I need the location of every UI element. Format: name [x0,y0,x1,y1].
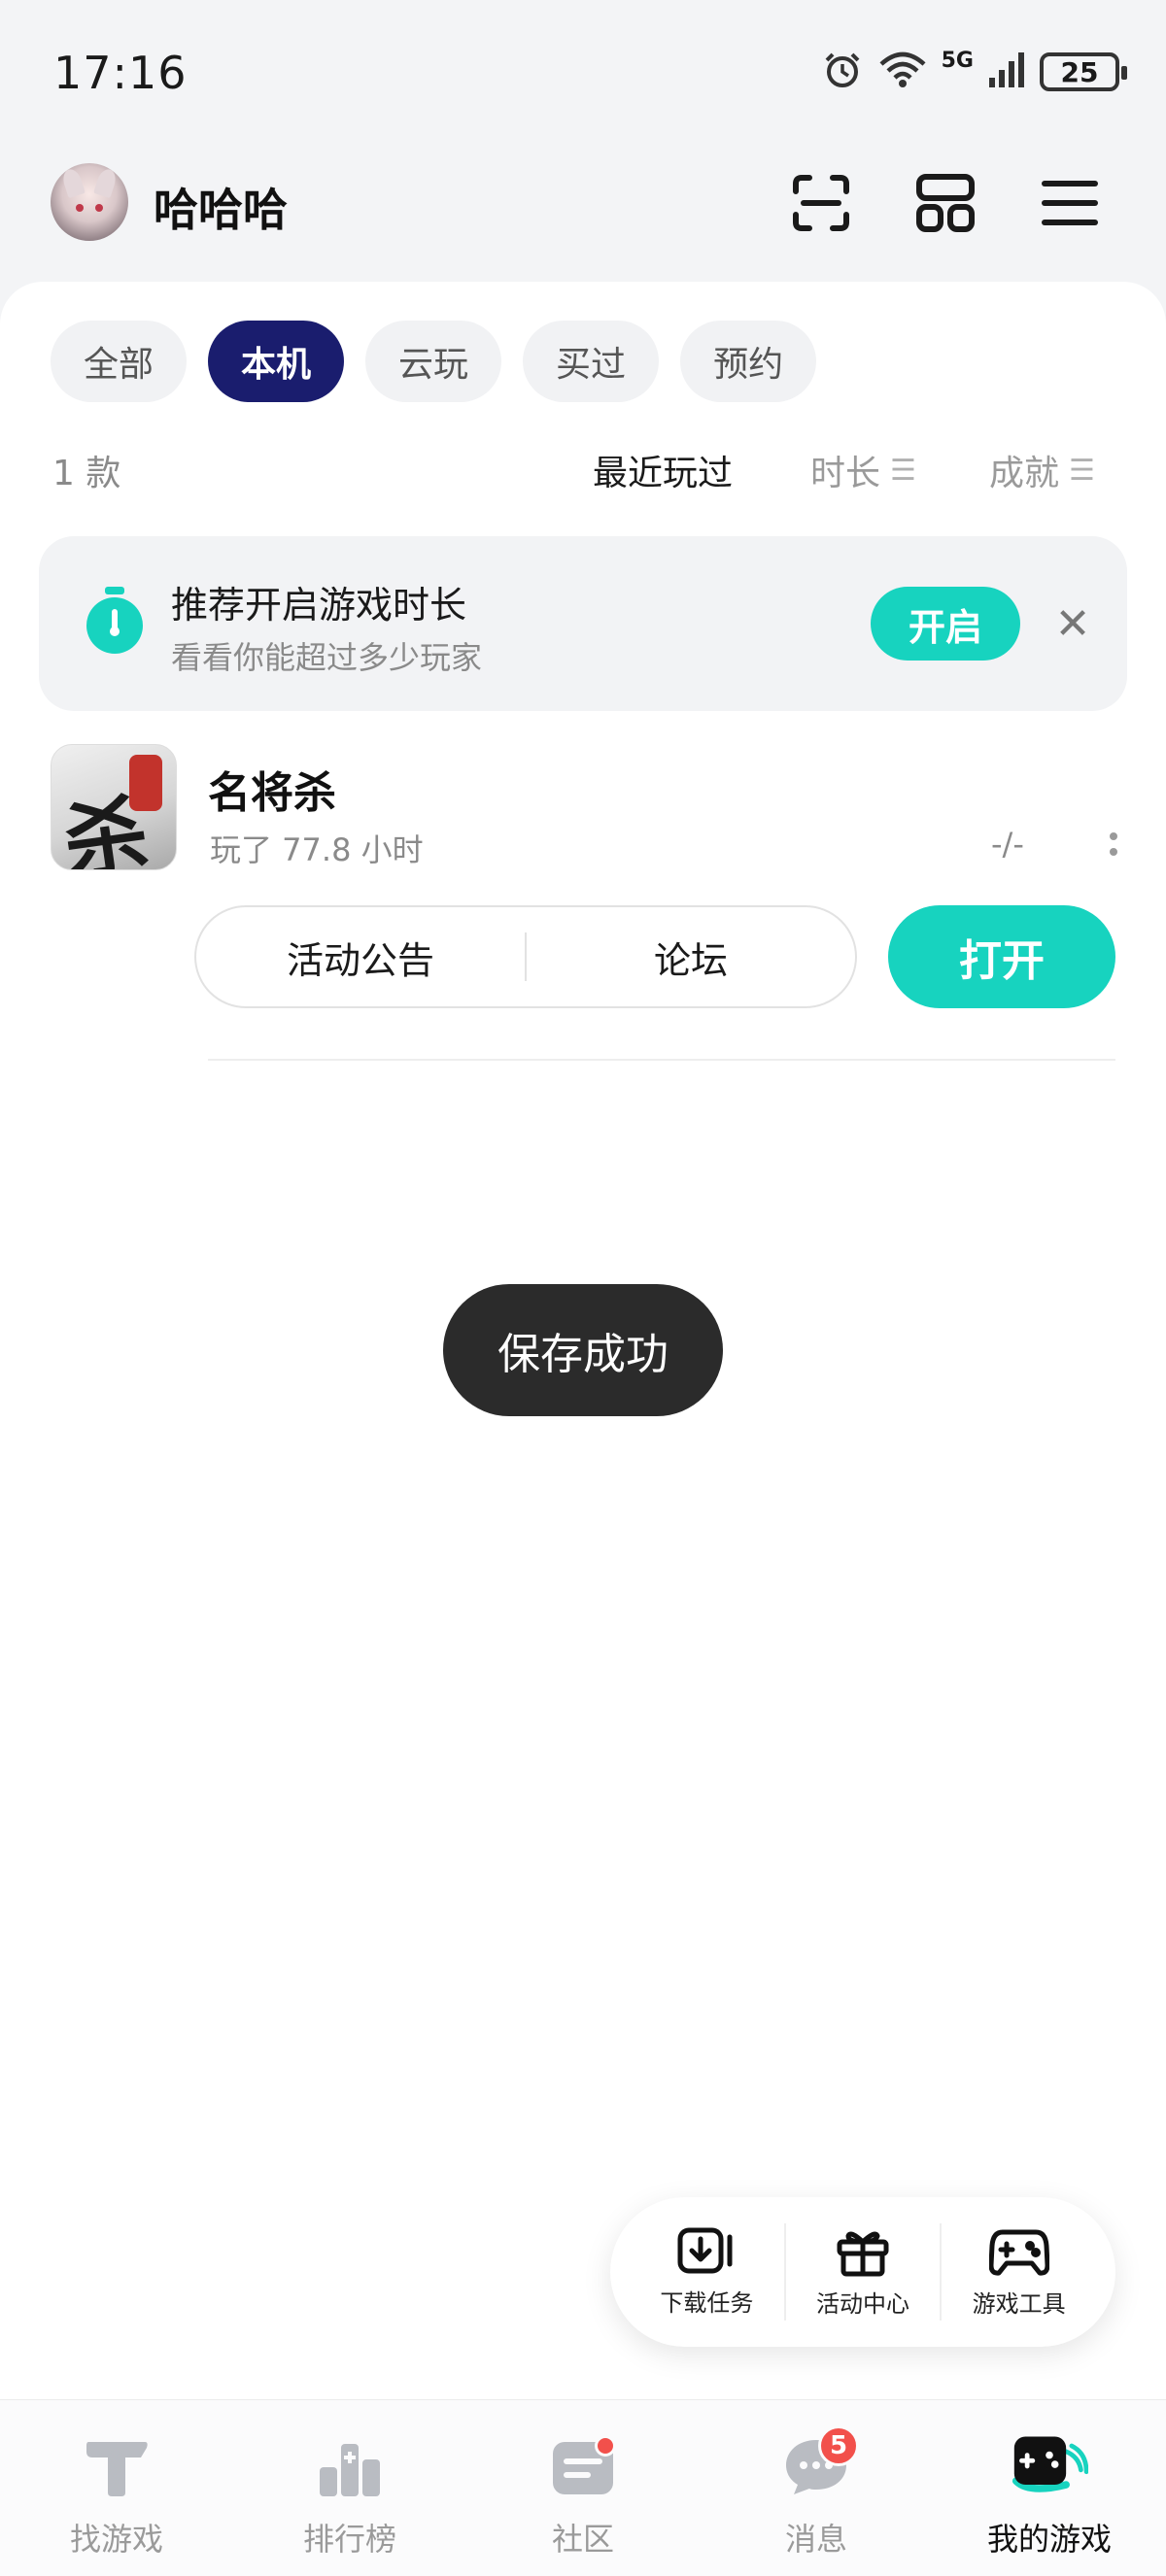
network-type: 5G [941,48,974,73]
toast-message: 保存成功 [443,1284,723,1416]
floating-toolbar: 下载任务 活动中心 游戏工具 [610,2197,1115,2347]
sort-recent[interactable]: 最近玩过 [593,445,733,495]
nav-label: 找游戏 [69,2521,163,2558]
game-playtime: 玩了 77.8 小时 [210,831,424,868]
sort-recent-label: 最近玩过 [593,454,734,493]
rankings-icon [311,2431,389,2501]
nav-label: 社区 [551,2521,614,2558]
banner-title: 推荐开启游戏时长 [171,584,467,627]
signal-icon [987,51,1026,93]
nav-label: 我的游戏 [986,2521,1112,2558]
sort-duration-label: 时长 [810,454,881,493]
tool-label: 下载任务 [660,2288,754,2317]
status-bar: 17:16 5G 25 [0,0,1166,146]
event-center-button[interactable]: 活动中心 [786,2226,941,2319]
message-count-badge: 5 [818,2425,859,2466]
sort-duration[interactable]: 时长 ☰ [810,445,916,495]
avatar[interactable] [51,163,128,241]
game-name[interactable]: 名将杀 [208,758,336,820]
enable-playtime-button[interactable]: 开启 [871,587,1020,661]
sort-achievement-label: 成就 [989,454,1060,493]
status-icons: 5G 25 [821,48,1127,95]
game-rank: -/- [991,826,1024,863]
bottom-nav: 找游戏 排行榜 社区 5 消息 我的游戏 [0,2399,1166,2576]
nav-label: 排行榜 [302,2521,396,2558]
top-header: 哈哈哈 [0,155,1166,253]
stopwatch-icon [84,587,146,657]
my-games-icon [1011,2431,1088,2501]
sort-order-icon: ☰ [890,453,916,488]
open-game-button[interactable]: 打开 [888,905,1115,1008]
nav-my-games[interactable]: 我的游戏 [933,2400,1166,2576]
playtime-recommend-banner: 推荐开启游戏时长 看看你能超过多少玩家 开启 ✕ [39,536,1127,711]
find-games-icon [78,2431,155,2501]
game-count: 1 款 [52,454,121,493]
tool-label: 游戏工具 [972,2289,1066,2318]
nav-messages[interactable]: 5 消息 [700,2400,933,2576]
banner-subtitle: 看看你能超过多少玩家 [171,639,483,676]
more-options-icon[interactable] [1104,820,1123,868]
game-actions: 活动公告 论坛 [194,905,857,1008]
status-time: 17:16 [53,47,188,99]
divider [208,1059,1115,1061]
tool-label: 活动中心 [816,2289,909,2318]
filter-tabs: 全部 本机 云玩 买过 预约 [51,321,817,402]
game-tools-button[interactable]: 游戏工具 [942,2226,1096,2319]
gamepad-icon [988,2229,1049,2276]
tab-all[interactable]: 全部 [51,321,188,402]
alarm-icon [821,49,864,95]
announcement-button[interactable]: 活动公告 [196,931,525,984]
sort-achievement[interactable]: 成就 ☰ [989,445,1095,495]
grid-layout-icon[interactable] [909,167,981,239]
message-icon: 5 [777,2425,859,2501]
nav-label: 消息 [784,2521,847,2558]
game-app-icon[interactable]: 杀 [51,744,177,870]
community-icon [544,2431,622,2501]
download-tasks-button[interactable]: 下载任务 [630,2227,784,2318]
battery-indicator: 25 [1040,52,1127,91]
username[interactable]: 哈哈哈 [154,175,288,239]
tab-purchased[interactable]: 买过 [523,321,660,402]
wifi-icon [877,51,928,93]
close-icon[interactable]: ✕ [1046,596,1100,651]
nav-community[interactable]: 社区 [466,2400,700,2576]
notification-dot [595,2435,616,2457]
tab-cloud[interactable]: 云玩 [365,321,502,402]
menu-icon[interactable] [1034,167,1106,239]
gift-icon [837,2231,889,2276]
sort-order-icon: ☰ [1069,453,1095,488]
tab-local[interactable]: 本机 [208,321,345,402]
download-icon [677,2227,733,2273]
forum-button[interactable]: 论坛 [527,931,855,984]
game-list-item: 杀 名将杀 玩了 77.8 小时 -/- 活动公告 论坛 打开 [0,744,1166,1055]
nav-find-games[interactable]: 找游戏 [0,2400,233,2576]
nav-rankings[interactable]: 排行榜 [233,2400,466,2576]
scan-icon[interactable] [785,167,857,239]
tab-reserved[interactable]: 预约 [680,321,817,402]
